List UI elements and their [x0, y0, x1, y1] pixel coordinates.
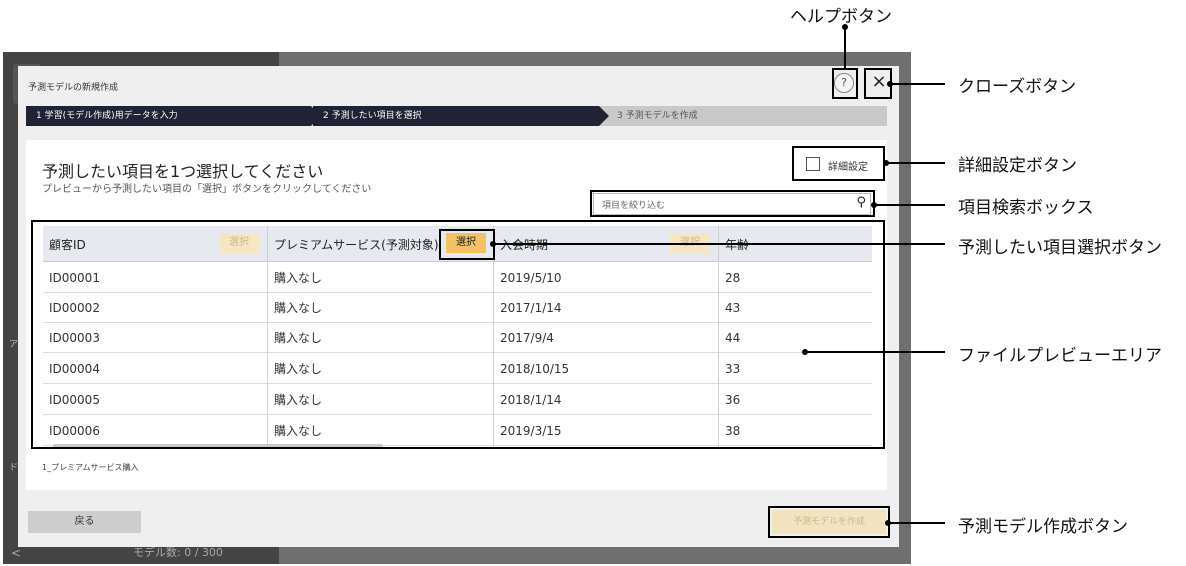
step-1-label: 1 学習(モデル作成)用データを入力: [36, 111, 178, 121]
step-arrow-icon: [311, 106, 321, 126]
search-highlight-box: [590, 190, 875, 217]
select-highlight-box: [439, 229, 495, 260]
annotation-select: 予測したい項目選択ボタン: [958, 238, 1162, 258]
advanced-highlight-box: [792, 146, 885, 181]
page-heading: 予測したい項目を1つ選択してください: [42, 162, 324, 181]
back-button[interactable]: 戻る: [28, 511, 141, 533]
step-arrow-icon: [599, 106, 609, 126]
annotation-dot: [887, 81, 893, 87]
sidebar-collapse-icon[interactable]: <: [11, 546, 21, 560]
create-highlight-box: [768, 506, 890, 538]
step-indicator: 1 学習(モデル作成)用データを入力 2 予測したい項目を選択 3 予測モデルを…: [26, 106, 887, 126]
annotation-dot: [871, 202, 877, 208]
step-3-label: 3 予測モデルを作成: [617, 111, 698, 121]
annotation-dot: [885, 520, 891, 526]
sidebar-label-a: ア: [9, 340, 19, 350]
help-highlight-box: [832, 68, 858, 99]
annotation-help: ヘルプボタン: [790, 7, 892, 27]
annotation-line: [806, 351, 945, 353]
step-3: 3 予測モデルを作成: [599, 106, 887, 126]
annotation-close: クローズボタン: [958, 77, 1077, 97]
annotation-line: [844, 26, 846, 70]
file-name: 1_プレミアムサービス購入: [42, 463, 139, 472]
annotation-advanced: 詳細設定ボタン: [958, 156, 1077, 176]
annotation-dot: [883, 160, 889, 166]
annotation-line: [875, 204, 945, 206]
step-2: 2 予測したい項目を選択: [313, 106, 609, 126]
annotation-line: [891, 83, 945, 85]
dialog-title: 予測モデルの新規作成: [28, 83, 119, 93]
step-1: 1 学習(モデル作成)用データを入力: [26, 106, 321, 126]
annotation-dot: [842, 24, 848, 30]
page-subheading: プレビューから予測したい項目の「選択」ボタンをクリックしてください: [42, 184, 372, 195]
annotation-line: [889, 522, 945, 524]
sidebar-label-d: ド: [9, 463, 19, 473]
annotation-create: 予測モデル作成ボタン: [958, 517, 1128, 537]
annotation-dot: [802, 349, 808, 355]
annotation-dot: [490, 241, 496, 247]
annotation-preview: ファイルプレビューエリア: [958, 346, 1162, 366]
step-2-label: 2 予測したい項目を選択: [323, 111, 422, 121]
annotation-line: [494, 243, 945, 245]
annotation-search: 項目検索ボックス: [958, 198, 1094, 218]
annotation-line: [887, 162, 945, 164]
